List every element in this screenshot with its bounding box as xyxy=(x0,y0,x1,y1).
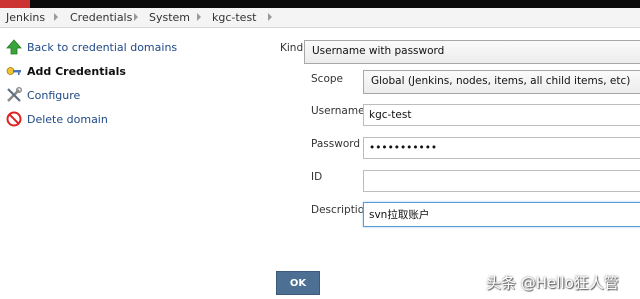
username-label: Username xyxy=(311,105,365,117)
breadcrumb-item-credentials[interactable]: Credentials xyxy=(70,11,132,24)
sidebar-item-label[interactable]: Configure xyxy=(27,89,80,102)
description-label: Description xyxy=(311,204,371,216)
username-input-value: kgc-test xyxy=(369,109,412,121)
id-input[interactable] xyxy=(363,170,640,192)
sidebar-item-label[interactable]: Add Credentials xyxy=(27,65,126,78)
sidebar-item-delete-domain[interactable]: Delete domain xyxy=(6,110,108,128)
password-label: Password xyxy=(311,138,361,150)
sidebar-item-add-credentials[interactable]: Add Credentials xyxy=(6,62,126,80)
password-input-value: ••••••••••• xyxy=(369,142,438,154)
kind-select[interactable]: Username with password xyxy=(304,40,640,64)
description-input-value: svn拉取账户 xyxy=(369,209,430,221)
breadcrumb-separator-icon xyxy=(268,13,272,21)
top-header-bar xyxy=(0,0,640,8)
sidebar-item-label[interactable]: Back to credential domains xyxy=(27,41,177,54)
username-input[interactable]: kgc-test xyxy=(363,104,640,126)
kind-label: Kind xyxy=(280,42,304,54)
sidebar-item-label[interactable]: Delete domain xyxy=(27,113,108,126)
up-arrow-icon xyxy=(6,39,22,55)
header-logo-strip xyxy=(0,0,30,8)
breadcrumb-item-jenkins[interactable]: Jenkins xyxy=(6,11,45,24)
breadcrumb: Jenkins Credentials System kgc-test xyxy=(0,8,640,28)
watermark-text: 头条 @Hello狂人管 xyxy=(486,274,619,292)
breadcrumb-separator-icon xyxy=(54,13,58,21)
scope-select-value: Global (Jenkins, nodes, items, all child… xyxy=(371,75,631,87)
breadcrumb-separator-icon xyxy=(197,13,201,21)
id-label: ID xyxy=(311,171,323,183)
breadcrumb-separator-icon xyxy=(134,13,138,21)
breadcrumb-item-system[interactable]: System xyxy=(149,11,190,24)
scope-select[interactable]: Global (Jenkins, nodes, items, all child… xyxy=(363,70,640,94)
kind-select-value: Username with password xyxy=(312,45,445,57)
tools-icon xyxy=(6,87,22,103)
key-icon xyxy=(6,63,22,79)
no-entry-icon xyxy=(6,111,22,127)
breadcrumb-item-domain[interactable]: kgc-test xyxy=(212,11,257,24)
ok-button[interactable]: OK xyxy=(276,271,320,295)
sidebar-item-configure[interactable]: Configure xyxy=(6,86,80,104)
description-input[interactable]: svn拉取账户 xyxy=(363,202,640,227)
scope-label: Scope xyxy=(311,73,343,85)
sidebar-item-back[interactable]: Back to credential domains xyxy=(6,38,177,56)
password-input[interactable]: ••••••••••• xyxy=(363,137,640,159)
